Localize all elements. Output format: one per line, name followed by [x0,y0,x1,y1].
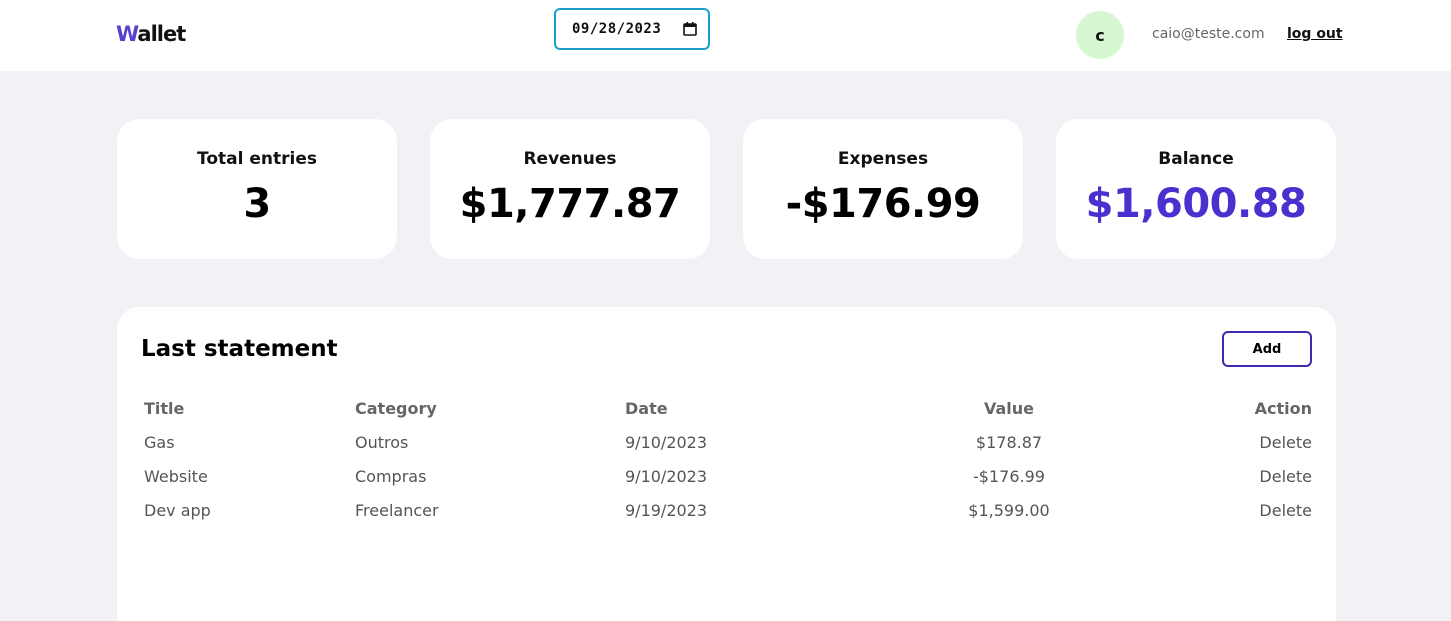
summary-card-label: Revenues [523,149,617,169]
user-email: caio@teste.com [1152,26,1265,42]
table-row-value: -$176.99 [973,467,1045,486]
table-row-date: 9/19/2023 [625,501,708,520]
table-row-title: Gas [144,433,175,452]
summary-card-value: $1,600.88 [1085,181,1307,227]
delete-button[interactable]: Delete [1212,467,1312,486]
top-header: Wallet 09/28/2023 c caio@teste.com log o… [0,0,1451,71]
summary-card-balance: Balance $1,600.88 [1056,119,1336,259]
summary-card-label: Total entries [197,149,317,169]
logout-link[interactable]: log out [1287,26,1343,42]
add-entry-button[interactable]: Add [1222,331,1312,367]
delete-button[interactable]: Delete [1212,433,1312,452]
delete-button[interactable]: Delete [1212,501,1312,520]
column-header-title: Title [144,399,185,418]
date-value: 09/28/2023 [572,21,662,37]
avatar[interactable]: c [1076,11,1124,59]
table-row-value: $178.87 [975,433,1043,452]
wallet-logo[interactable]: Wallet [116,22,186,46]
column-header-value: Value [983,399,1035,418]
summary-card-total-entries: Total entries 3 [117,119,397,259]
summary-card-value: $1,777.87 [459,181,681,227]
table-row-category: Freelancer [355,501,439,520]
table-row-category: Outros [355,433,409,452]
column-header-category: Category [355,399,437,418]
table-row-title: Website [144,467,208,486]
statement-title: Last statement [141,336,338,362]
summary-card-label: Expenses [837,149,929,169]
column-header-action: Action [1254,399,1312,418]
summary-card-revenues: Revenues $1,777.87 [430,119,710,259]
summary-card-value: -$176.99 [785,181,981,227]
date-filter-input[interactable]: 09/28/2023 [554,8,710,50]
calendar-icon[interactable] [683,22,697,36]
summary-card-value: 3 [243,181,271,227]
summary-card-expenses: Expenses -$176.99 [743,119,1023,259]
summary-card-label: Balance [1158,149,1234,169]
last-statement-panel: Last statement Add Title Category Date V… [117,307,1336,621]
table-row-date: 9/10/2023 [625,467,708,486]
table-row-title: Dev app [144,501,211,520]
column-header-date: Date [625,399,668,418]
avatar-initial: c [1095,25,1105,45]
table-row-value: $1,599.00 [968,501,1050,520]
table-row-date: 9/10/2023 [625,433,708,452]
table-row-category: Compras [355,467,427,486]
